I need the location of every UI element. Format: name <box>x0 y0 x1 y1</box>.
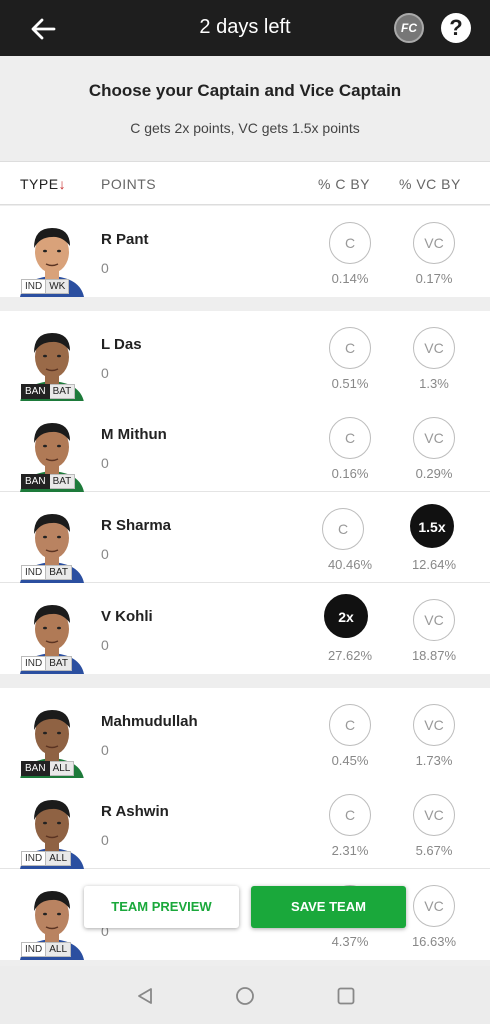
vice-captain-percent: 1.73% <box>415 753 453 768</box>
captain-button[interactable]: C <box>322 508 364 550</box>
team-preview-button[interactable]: TEAM PREVIEW <box>84 886 239 928</box>
player-row: IND WK R Pant 0 C VC 0.14% 0.17% <box>0 206 490 297</box>
captain-percent: 0.51% <box>331 376 369 391</box>
instructions-heading: Choose your Captain and Vice Captain <box>88 81 402 100</box>
top-bar: 2 days left FC ? <box>0 0 490 56</box>
player-avatar: IND ALL <box>14 792 90 869</box>
nav-home-icon[interactable] <box>235 986 255 1006</box>
captain-button[interactable]: C <box>329 704 371 746</box>
captain-percent: 0.16% <box>331 466 369 481</box>
player-points: 0 <box>101 455 109 471</box>
player-avatar: BAN BAT <box>14 415 90 492</box>
captain-percent: 0.14% <box>331 271 369 286</box>
captain-button[interactable]: C <box>329 327 371 369</box>
role-tag: BAT <box>49 384 76 399</box>
save-team-button[interactable]: SAVE TEAM <box>251 886 406 928</box>
team-tag: IND <box>21 656 47 671</box>
player-row: IND BAT V Kohli 0 2x VC 27.62% 18.87% <box>0 583 490 674</box>
role-tag: ALL <box>46 942 72 957</box>
team-tag: IND <box>21 942 47 957</box>
team-tag: IND <box>21 279 47 294</box>
role-tag: BAT <box>46 656 72 671</box>
player-name: M Mithun <box>101 426 167 443</box>
player-name: Mahmudullah <box>101 713 198 730</box>
player-avatar: IND WK <box>14 220 90 297</box>
role-tag: ALL <box>46 851 72 866</box>
instructions-subheading: C gets 2x points, VC gets 1.5x points <box>130 120 360 136</box>
role-tag: WK <box>46 279 70 294</box>
captain-button[interactable]: 2x <box>324 594 368 638</box>
role-tag: BAT <box>46 565 72 580</box>
captain-percent: 4.37% <box>331 934 369 949</box>
player-name: R Sharma <box>101 517 172 534</box>
team-tag: BAN <box>21 761 50 776</box>
player-avatar: BAN ALL <box>14 702 90 779</box>
player-row: BAN BAT M Mithun 0 C VC 0.16% 0.29% <box>0 401 490 492</box>
captain-percent: 40.46% <box>327 557 373 572</box>
vice-captain-percent: 0.17% <box>415 271 453 286</box>
player-avatar: IND BAT <box>14 506 90 583</box>
system-nav-bar <box>0 966 490 1024</box>
vice-captain-percent: 12.64% <box>411 557 457 572</box>
player-avatar: BAN BAT <box>14 325 90 402</box>
player-row: BAN BAT L Das 0 C VC 0.51% 1.3% <box>0 311 490 402</box>
instructions-panel: Choose your Captain and Vice Captain C g… <box>0 56 490 161</box>
vice-captain-button[interactable]: VC <box>413 327 455 369</box>
captain-percent: 0.45% <box>331 753 369 768</box>
player-name: R Ashwin <box>101 803 169 820</box>
player-name: V Kohli <box>101 608 153 625</box>
role-tag: ALL <box>49 761 75 776</box>
help-icon[interactable]: ? <box>441 13 471 43</box>
nav-back-icon[interactable] <box>135 986 155 1006</box>
player-points: 0 <box>101 832 109 848</box>
player-avatar: IND BAT <box>14 597 90 674</box>
team-tag: IND <box>21 565 47 580</box>
captain-percent: 27.62% <box>327 648 373 663</box>
vice-captain-percent: 18.87% <box>411 648 457 663</box>
nav-recents-icon[interactable] <box>336 986 356 1006</box>
captain-button[interactable]: C <box>329 794 371 836</box>
vice-captain-button[interactable]: 1.5x <box>410 504 454 548</box>
captain-button[interactable]: C <box>329 222 371 264</box>
vice-captain-button[interactable]: VC <box>413 599 455 641</box>
team-tag: BAN <box>21 474 50 489</box>
captain-percent: 2.31% <box>331 843 369 858</box>
player-points: 0 <box>101 365 109 381</box>
sort-by-points[interactable]: POINTS <box>101 176 156 192</box>
captain-button[interactable]: C <box>329 417 371 459</box>
column-vc-by: % VC BY <box>399 176 461 192</box>
player-row: BAN ALL Mahmudullah 0 C VC 0.45% 1.73% <box>0 688 490 779</box>
sort-arrow-icon: ↓ <box>58 176 67 192</box>
player-points: 0 <box>101 637 109 653</box>
player-points: 0 <box>101 546 109 562</box>
player-name: L Das <box>101 336 142 353</box>
player-row: IND ALL R Ashwin 0 C VC 2.31% 5.67% <box>0 778 490 869</box>
vice-captain-percent: 1.3% <box>419 376 449 391</box>
player-row: IND BAT R Sharma 0 C 1.5x 40.46% 12.64% <box>0 492 490 583</box>
vice-captain-percent: 5.67% <box>415 843 453 858</box>
team-tag: IND <box>21 851 47 866</box>
action-bar: TEAM PREVIEW SAVE TEAM <box>0 886 490 928</box>
column-c-by: % C BY <box>318 176 371 192</box>
vice-captain-percent: 16.63% <box>411 934 457 949</box>
role-tag: BAT <box>49 474 76 489</box>
team-tag: BAN <box>21 384 50 399</box>
fc-badge-icon[interactable]: FC <box>394 13 424 43</box>
player-points: 0 <box>101 260 109 276</box>
vice-captain-button[interactable]: VC <box>413 222 455 264</box>
vice-captain-button[interactable]: VC <box>413 704 455 746</box>
vice-captain-button[interactable]: VC <box>413 417 455 459</box>
player-points: 0 <box>101 742 109 758</box>
column-header: TYPE↓ POINTS % C BY % VC BY <box>0 161 490 205</box>
type-label: TYPE <box>20 176 59 192</box>
sort-by-type[interactable]: TYPE↓ <box>20 176 66 192</box>
vice-captain-percent: 0.29% <box>415 466 453 481</box>
vice-captain-button[interactable]: VC <box>413 794 455 836</box>
player-name: R Pant <box>101 231 149 248</box>
